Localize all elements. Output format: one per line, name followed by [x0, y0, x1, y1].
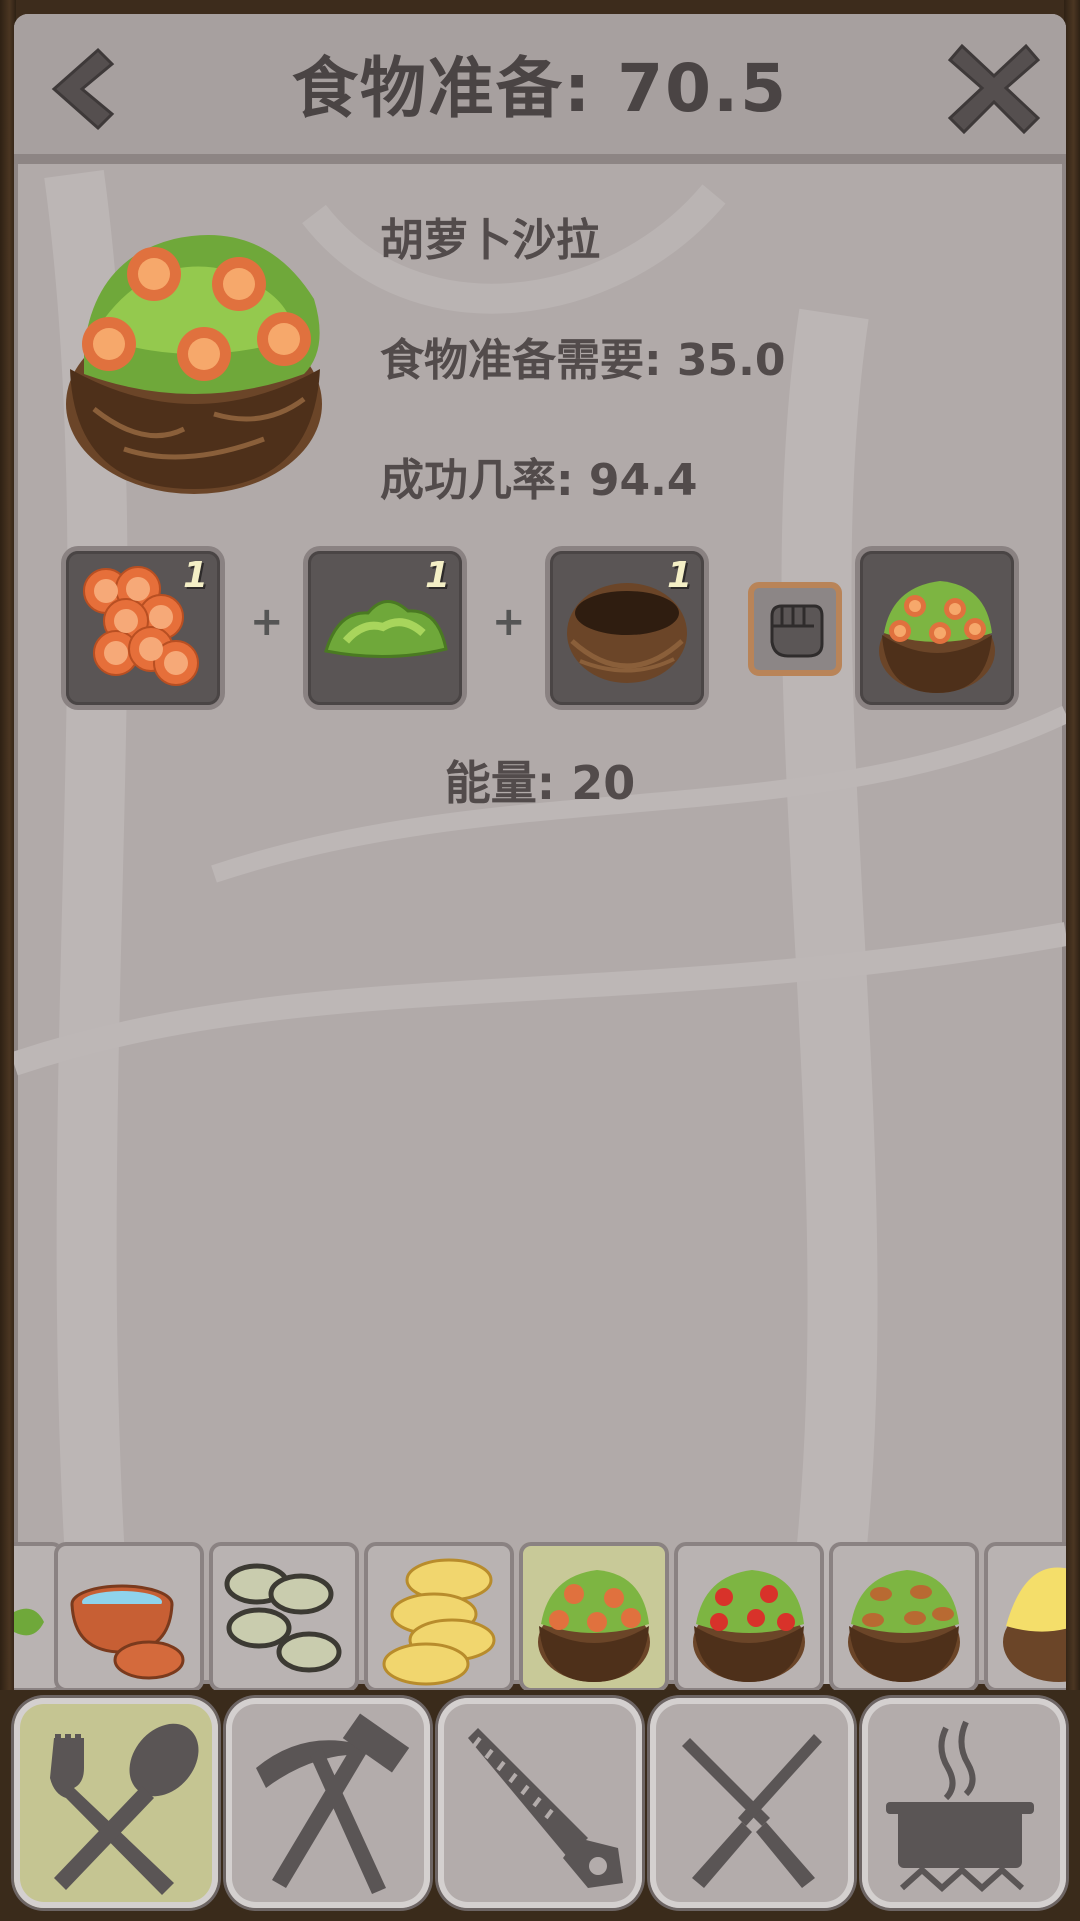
ingredient-slot-lettuce[interactable]: 1: [308, 551, 462, 705]
close-button[interactable]: [944, 38, 1044, 138]
recipe-panel: 食物准备: 70.5 胡萝卜沙拉 食物准备需要: 35.0 成功几率: 94.4: [14, 14, 1066, 1684]
walnut-salad-icon: [848, 1570, 960, 1682]
requirement-text: 食物准备需要: 35.0: [380, 335, 786, 386]
tray-item-clay-pot[interactable]: [54, 1542, 204, 1692]
tool-tab-weapons[interactable]: [650, 1698, 854, 1908]
recipe-tray[interactable]: [14, 1540, 1066, 1695]
tray-item-potato[interactable]: [364, 1542, 514, 1692]
tomato-salad-icon: [693, 1570, 805, 1682]
success-rate-text: 成功几率: 94.4: [380, 455, 698, 506]
result-slot[interactable]: [860, 551, 1014, 705]
wood-border-right: [1064, 0, 1080, 1921]
cucumber-slices-icon: [224, 1563, 342, 1673]
pickaxe-hammer-icon: [256, 1713, 410, 1894]
ingredient-slot-coconut-bowl[interactable]: 1: [550, 551, 704, 705]
carrot-salad-icon: [879, 581, 995, 693]
tool-tab-crafting[interactable]: [438, 1698, 642, 1908]
mashed-potato-icon: [1003, 1567, 1066, 1682]
recipe-name: 胡萝卜沙拉: [380, 215, 600, 266]
energy-text: 能量: 20: [444, 756, 636, 810]
page-title: 食物准备: 70.5: [291, 50, 789, 127]
chevron-left-icon: [51, 47, 115, 131]
close-x-icon: [947, 43, 1041, 135]
fork-spoon-icon: [50, 1723, 199, 1895]
back-button[interactable]: [42, 44, 122, 134]
tool-tab-pot[interactable]: [862, 1698, 1066, 1908]
tray-item-carrot-salad[interactable]: [519, 1542, 669, 1692]
tool-bar: [0, 1690, 1080, 1921]
tray-item-cucumber[interactable]: [209, 1542, 359, 1692]
saw-icon: [468, 1728, 623, 1888]
clay-pot-water-icon: [70, 1584, 185, 1680]
plus-sign: +: [492, 599, 526, 645]
tool-tab-cooking[interactable]: [14, 1698, 218, 1908]
ingredient-slot-carrot[interactable]: 1: [66, 551, 220, 705]
carrot-salad-image: [66, 235, 322, 494]
crossed-knives-icon: [682, 1734, 822, 1888]
carrot-salad-icon: [538, 1570, 650, 1682]
cooking-pot-icon: [886, 1720, 1034, 1893]
ingredient-count: 1: [182, 555, 208, 596]
craft-button[interactable]: [748, 582, 842, 676]
potato-slices-icon: [382, 1558, 496, 1686]
ingredient-count: 1: [424, 555, 450, 596]
tray-item-mashed-potato[interactable]: [984, 1542, 1066, 1692]
fist-icon: [748, 582, 842, 676]
tray-item-walnut-salad[interactable]: [829, 1542, 979, 1692]
ingredient-count: 1: [666, 555, 692, 596]
tool-tab-building[interactable]: [226, 1698, 430, 1908]
plus-sign: +: [250, 599, 284, 645]
tray-item-tomato-salad[interactable]: [674, 1542, 824, 1692]
